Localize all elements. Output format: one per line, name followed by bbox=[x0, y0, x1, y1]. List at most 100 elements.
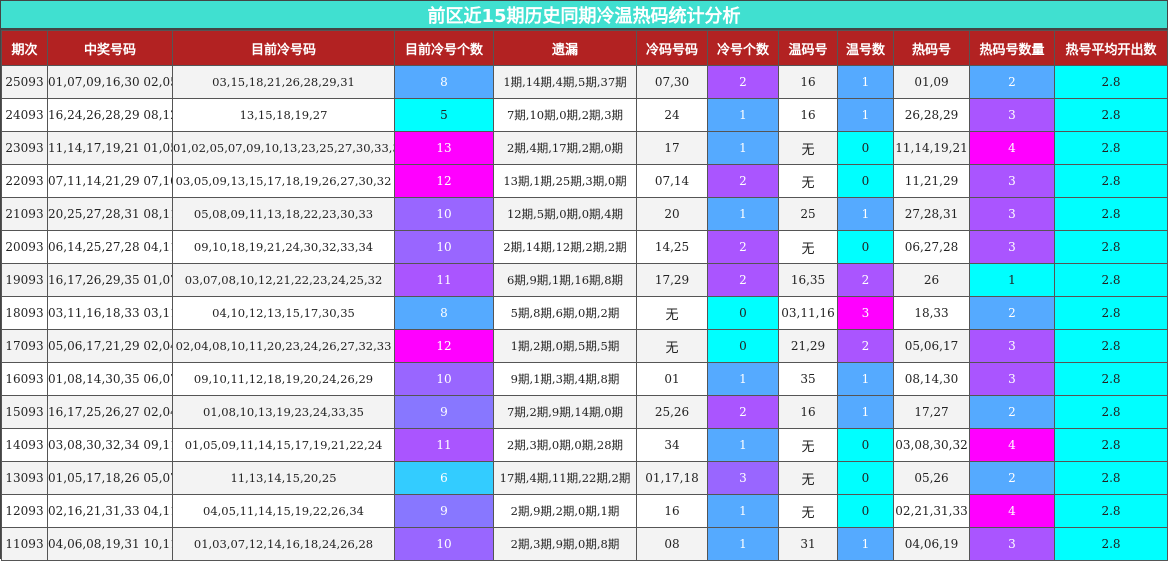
cell-winning-numbers: 01,07,09,16,30 02,05 bbox=[47, 65, 173, 99]
table-row: 19093 16,17,26,29,35 01,07 03,07,08,10,12,… bbox=[1, 263, 1168, 297]
cell-hot-code: 11,21,29 bbox=[893, 164, 970, 198]
cell-cold-count: 11 bbox=[394, 263, 494, 297]
cell-cold-count: 6 bbox=[394, 461, 494, 495]
header-row: 期次 中奖号码 目前冷号码 目前冷号个数 遗漏 冷码号码 冷号个数 温码号 温号… bbox=[1, 30, 1168, 66]
cell-cold-code-count: 1 bbox=[707, 428, 779, 462]
cell-cold-code: 01,17,18 bbox=[636, 461, 708, 495]
cell-warm-count: 0 bbox=[837, 428, 894, 462]
cell-cold-code-count: 0 bbox=[707, 329, 779, 363]
cell-cold-code-count: 2 bbox=[707, 164, 779, 198]
cell-cold-numbers: 03,15,18,21,26,28,29,31 bbox=[172, 65, 395, 99]
cell-hot-average: 2.8 bbox=[1054, 329, 1168, 363]
cell-hot-count: 4 bbox=[969, 428, 1055, 462]
cell-hot-code: 18,33 bbox=[893, 296, 970, 330]
cell-hot-average: 2.8 bbox=[1054, 230, 1168, 264]
cell-warm-count: 1 bbox=[837, 197, 894, 231]
cell-winning-numbers: 11,14,17,19,21 01,05 bbox=[47, 131, 173, 165]
cell-hot-count: 3 bbox=[969, 527, 1055, 561]
cell-hot-average: 2.8 bbox=[1054, 362, 1168, 396]
cell-cold-code: 无 bbox=[636, 329, 708, 363]
cell-cold-code: 24 bbox=[636, 98, 708, 132]
cell-cold-code-count: 1 bbox=[707, 527, 779, 561]
cell-hot-count: 3 bbox=[969, 230, 1055, 264]
cell-cold-code: 34 bbox=[636, 428, 708, 462]
cell-hot-count: 3 bbox=[969, 329, 1055, 363]
cell-winning-numbers: 16,24,26,28,29 08,12 bbox=[47, 98, 173, 132]
cell-winning-numbers: 16,17,26,29,35 01,07 bbox=[47, 263, 173, 297]
cell-cold-numbers: 04,05,11,14,15,19,22,26,34 bbox=[172, 494, 395, 528]
header-cold-code: 冷码号码 bbox=[636, 30, 708, 66]
cell-cold-numbers: 01,03,07,12,14,16,18,24,26,28 bbox=[172, 527, 395, 561]
cell-hot-code: 03,08,30,32 bbox=[893, 428, 970, 462]
table-row: 15093 16,17,25,26,27 02,04 01,08,10,13,19,… bbox=[1, 395, 1168, 429]
cell-hot-count: 1 bbox=[969, 263, 1055, 297]
cell-missing: 6期,9期,1期,16期,8期 bbox=[493, 263, 637, 297]
cell-hot-average: 2.8 bbox=[1054, 494, 1168, 528]
cell-cold-numbers: 09,10,11,12,18,19,20,24,26,29 bbox=[172, 362, 395, 396]
cell-cold-code: 17,29 bbox=[636, 263, 708, 297]
cell-missing: 2期,4期,17期,2期,0期 bbox=[493, 131, 637, 165]
cell-cold-code: 25,26 bbox=[636, 395, 708, 429]
table-row: 11093 04,06,08,19,31 10,11 01,03,07,12,14,… bbox=[1, 527, 1168, 561]
cell-cold-numbers: 01,05,09,11,14,15,17,19,21,22,24 bbox=[172, 428, 395, 462]
cell-hot-count: 4 bbox=[969, 494, 1055, 528]
cell-warm-count: 0 bbox=[837, 461, 894, 495]
table-row: 16093 01,08,14,30,35 06,07 09,10,11,12,18,… bbox=[1, 362, 1168, 396]
stats-table: 期次 中奖号码 目前冷号码 目前冷号个数 遗漏 冷码号码 冷号个数 温码号 温号… bbox=[1, 30, 1168, 561]
cell-cold-count: 10 bbox=[394, 230, 494, 264]
header-cold-code-count: 冷号个数 bbox=[707, 30, 779, 66]
header-hot-count: 热码号数量 bbox=[969, 30, 1055, 66]
cell-cold-code-count: 2 bbox=[707, 263, 779, 297]
cell-period: 15093 bbox=[1, 395, 48, 429]
cell-warm-count: 0 bbox=[837, 131, 894, 165]
cell-missing: 2期,9期,2期,0期,1期 bbox=[493, 494, 637, 528]
cell-warm-code: 无 bbox=[778, 131, 838, 165]
cell-cold-count: 8 bbox=[394, 65, 494, 99]
cell-missing: 13期,1期,25期,3期,0期 bbox=[493, 164, 637, 198]
cell-winning-numbers: 20,25,27,28,31 08,11 bbox=[47, 197, 173, 231]
cell-cold-code-count: 2 bbox=[707, 65, 779, 99]
cell-warm-count: 2 bbox=[837, 263, 894, 297]
sheet-title: 前区近15期历史同期冷温热码统计分析 bbox=[1, 1, 1167, 29]
cell-warm-code: 16 bbox=[778, 98, 838, 132]
table-row: 24093 16,24,26,28,29 08,12 13,15,18,19,27 5… bbox=[1, 98, 1168, 132]
stats-sheet: 前区近15期历史同期冷温热码统计分析 期次 中奖号码 目前冷号码 目前冷号个数 … bbox=[0, 0, 1168, 561]
cell-period: 16093 bbox=[1, 362, 48, 396]
cell-hot-count: 3 bbox=[969, 197, 1055, 231]
cell-winning-numbers: 01,08,14,30,35 06,07 bbox=[47, 362, 173, 396]
cell-cold-code-count: 3 bbox=[707, 461, 779, 495]
header-cold-numbers: 目前冷号码 bbox=[172, 30, 395, 66]
table-row: 17093 05,06,17,21,29 02,04 02,04,08,10,11,… bbox=[1, 329, 1168, 363]
cell-period: 19093 bbox=[1, 263, 48, 297]
cell-hot-count: 2 bbox=[969, 296, 1055, 330]
cell-cold-count: 10 bbox=[394, 527, 494, 561]
cell-hot-average: 2.8 bbox=[1054, 98, 1168, 132]
cell-winning-numbers: 03,11,16,18,33 03,11 bbox=[47, 296, 173, 330]
cell-winning-numbers: 05,06,17,21,29 02,04 bbox=[47, 329, 173, 363]
cell-cold-count: 10 bbox=[394, 362, 494, 396]
cell-cold-code-count: 1 bbox=[707, 494, 779, 528]
cell-hot-code: 04,06,19 bbox=[893, 527, 970, 561]
cell-hot-average: 2.8 bbox=[1054, 395, 1168, 429]
cell-cold-numbers: 03,07,08,10,12,21,22,23,24,25,32 bbox=[172, 263, 395, 297]
cell-missing: 1期,14期,4期,5期,37期 bbox=[493, 65, 637, 99]
cell-warm-code: 25 bbox=[778, 197, 838, 231]
cell-cold-code-count: 1 bbox=[707, 131, 779, 165]
cell-warm-code: 无 bbox=[778, 428, 838, 462]
header-hot-code: 热码号 bbox=[893, 30, 970, 66]
cell-hot-code: 06,27,28 bbox=[893, 230, 970, 264]
cell-hot-code: 01,09 bbox=[893, 65, 970, 99]
cell-hot-count: 2 bbox=[969, 395, 1055, 429]
cell-hot-code: 11,14,19,21 bbox=[893, 131, 970, 165]
table-row: 21093 20,25,27,28,31 08,11 05,08,09,11,13,… bbox=[1, 197, 1168, 231]
table-row: 18093 03,11,16,18,33 03,11 04,10,12,13,15,… bbox=[1, 296, 1168, 330]
cell-period: 17093 bbox=[1, 329, 48, 363]
header-cold-count: 目前冷号个数 bbox=[394, 30, 494, 66]
cell-missing: 2期,14期,12期,2期,2期 bbox=[493, 230, 637, 264]
cell-period: 22093 bbox=[1, 164, 48, 198]
cell-warm-count: 3 bbox=[837, 296, 894, 330]
cell-hot-count: 2 bbox=[969, 65, 1055, 99]
cell-cold-code: 20 bbox=[636, 197, 708, 231]
cell-hot-code: 08,14,30 bbox=[893, 362, 970, 396]
cell-cold-code: 08 bbox=[636, 527, 708, 561]
